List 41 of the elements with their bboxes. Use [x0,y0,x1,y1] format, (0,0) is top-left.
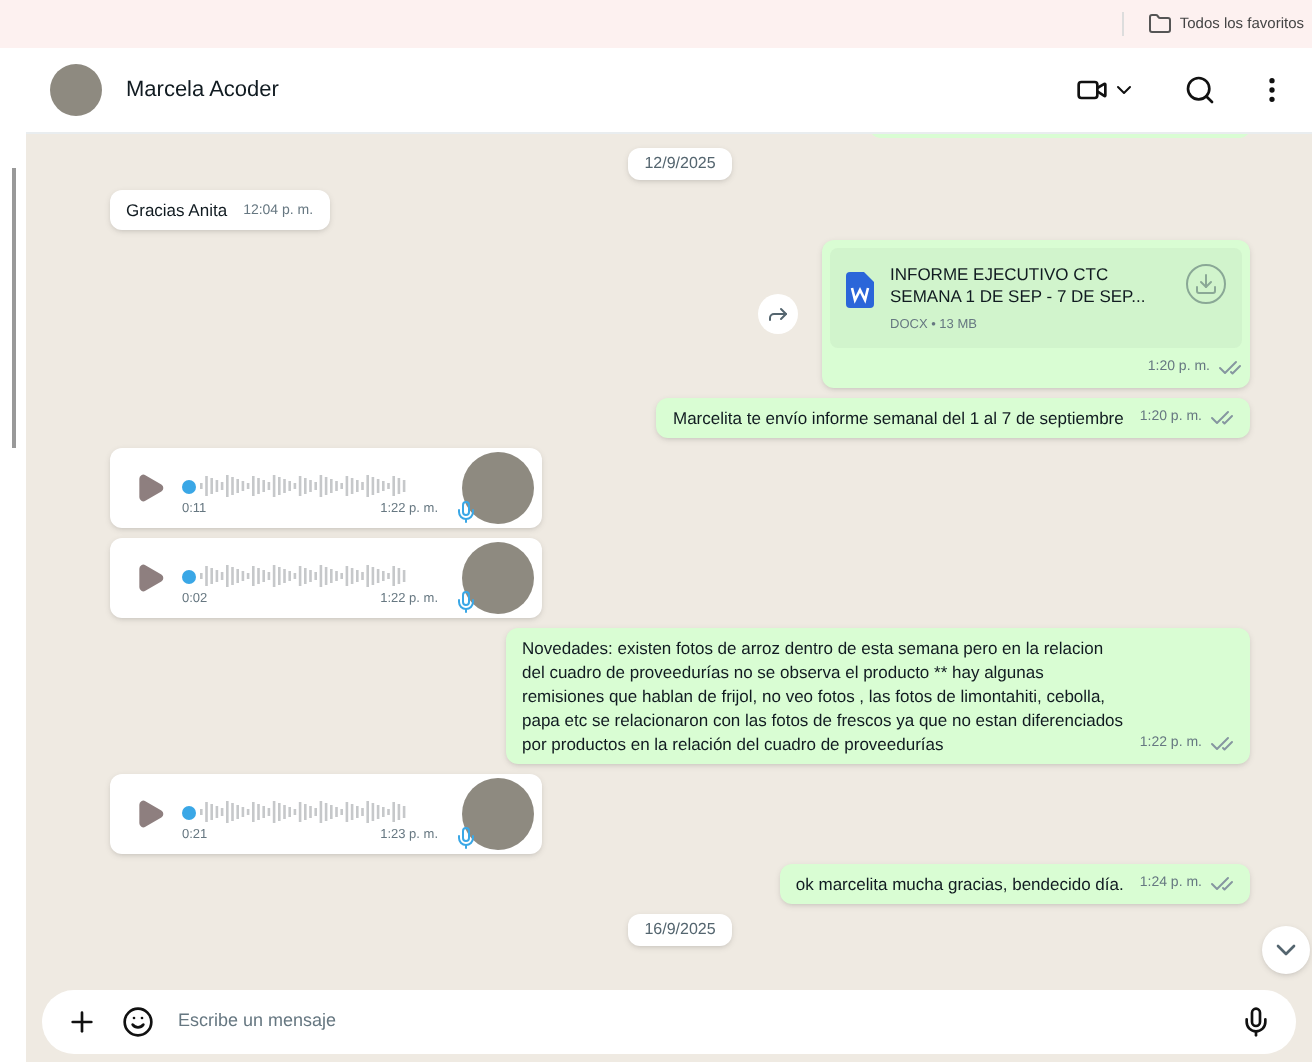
scrollbar[interactable] [11,168,15,448]
avatar [462,542,534,614]
waveform-icon [200,562,408,591]
play-icon[interactable] [134,562,166,594]
search-icon[interactable] [1184,74,1216,106]
avatar [462,452,534,524]
waveform-icon [200,472,408,501]
read-ticks-icon [1218,356,1242,380]
avatar [462,778,534,850]
playhead-icon[interactable] [182,569,196,584]
date-chip: 12/9/2025 [628,148,732,180]
document-icon [846,272,874,308]
download-button[interactable] [1186,264,1226,304]
read-ticks-icon [1210,732,1234,756]
folder-icon [1147,12,1172,36]
microphone-icon [454,500,478,524]
message-text: Novedades: existen fotos de arroz dentro de esta semana pero en la relacion del cuadro de proveedurías no se observa el producto ** hay algunas remisiones que hablan de frijol, no veo fotos , las fotos de limontahiti, cebolla, papa etc se relacionaron con las fotos de frescos ya que no estan diferenciados por productos en la relación del cuadro de proveedurías [522,636,1124,756]
forward-icon [766,302,790,326]
play-icon[interactable] [134,472,166,504]
message-text: ok marcelita mucha gracias, bendecido día. [795,872,1124,896]
date-chip: 16/9/2025 [628,914,732,946]
microphone-icon [454,590,478,614]
download-icon [1194,272,1218,296]
document-title: INFORME EJECUTIVO CTC SEMANA 1 DE SEP - 7 DE SEP... [890,264,1148,308]
plus-icon[interactable] [66,1006,98,1038]
play-icon[interactable] [134,798,166,830]
playhead-icon[interactable] [182,479,196,494]
forward-button[interactable] [758,294,798,334]
waveform-icon [200,798,408,827]
microphone-icon [454,826,478,850]
read-ticks-icon [1210,406,1234,430]
microphone-icon[interactable] [1240,1006,1272,1038]
message-text: Gracias Anita [126,198,228,222]
message-text: Marcelita te envío informe semanal del 1 al 7 de septiembre [672,406,1124,430]
scroll-down-button[interactable] [1262,926,1310,974]
message-composer[interactable]: Escribe un mensaje [42,990,1296,1054]
contact-name[interactable]: Marcela Acoder [126,73,1052,107]
playhead-icon[interactable] [182,805,196,820]
contact-avatar[interactable] [50,64,102,116]
message-input[interactable]: Escribe un mensaje [178,1008,1216,1036]
read-ticks-icon [1210,872,1234,896]
